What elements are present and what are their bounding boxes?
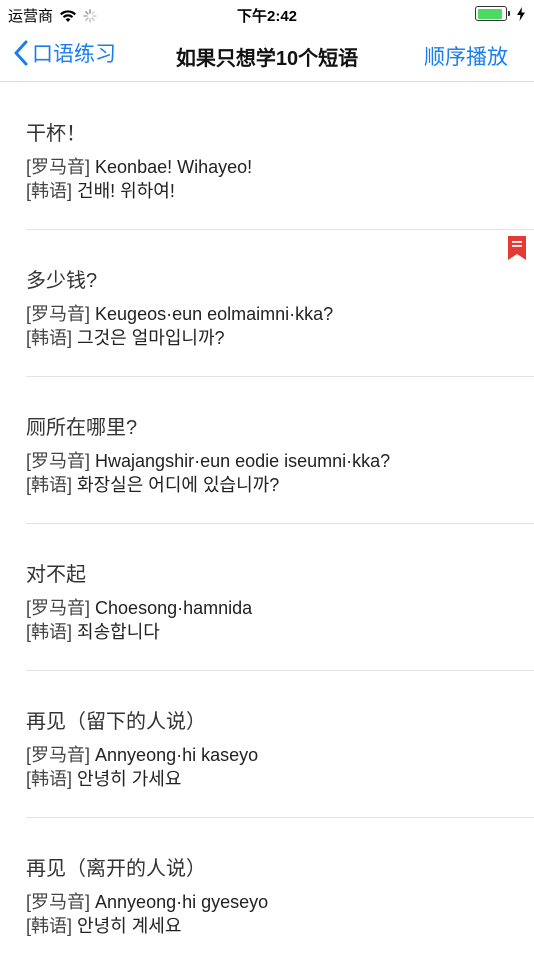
phrase-item[interactable]: 厕所在哪里? [罗马音] Hwajangshir·eun eodie iseum… — [26, 377, 534, 524]
korean-tag: [韩语] — [26, 475, 73, 495]
phrase-item[interactable]: 多少钱? [罗马音] Keugeos·eun eolmaimni·kka? [韩… — [26, 230, 534, 377]
phrase-korean: 화장실은 어디에 있습니까? — [77, 475, 280, 495]
phrase-korean-line: [韩语] 화장실은 어디에 있습니까? — [26, 473, 534, 497]
phrase-chinese: 再见（离开的人说） — [26, 858, 206, 880]
phrase-korean: 그것은 얼마입니까? — [77, 328, 225, 348]
phrase-roman: Choesong·hamnida — [95, 598, 253, 618]
status-right — [475, 6, 526, 21]
roman-tag: [罗马音] — [26, 598, 91, 618]
phrase-item[interactable]: 再见（离开的人说） [罗马音] Annyeong·hi gyeseyo [韩语]… — [26, 818, 534, 965]
roman-tag: [罗马音] — [26, 451, 91, 471]
sequential-play-button[interactable]: 顺序播放 — [424, 41, 508, 71]
phrase-korean: 안녕히 계세요 — [77, 916, 182, 936]
back-button-label: 口语练习 — [32, 43, 116, 66]
phrase-roman: Annyeong·hi gyeseyo — [95, 892, 269, 912]
roman-tag: [罗马音] — [26, 304, 91, 324]
phrase-roman-line: [罗马音] Keonbae! Wihayeo! — [26, 155, 534, 179]
phrase-korean-line: [韩语] 죄송합니다 — [26, 620, 534, 644]
phrase-korean-line: [韩语] 안녕히 가세요 — [26, 767, 534, 791]
korean-tag: [韩语] — [26, 916, 73, 936]
roman-tag: [罗马音] — [26, 892, 91, 912]
phrase-korean-line: [韩语] 안녕히 계세요 — [26, 914, 534, 938]
phrase-roman: Keugeos·eun eolmaimni·kka? — [95, 304, 334, 324]
phrase-chinese: 多少钱? — [26, 270, 98, 292]
phrase-roman: Keonbae! Wihayeo! — [95, 157, 253, 177]
phrase-item[interactable]: 干杯！ [罗马音] Keonbae! Wihayeo! [韩语] 건배! 위하여… — [26, 83, 534, 230]
phrase-korean: 건배! 위하여! — [77, 181, 175, 201]
status-bar: 运营商 下午2:42 — [0, 0, 534, 28]
battery-level — [477, 8, 502, 19]
phrase-korean-line: [韩语] 그것은 얼마입니까? — [26, 326, 534, 350]
phrase-roman: Annyeong·hi kaseyo — [95, 745, 259, 765]
phrase-chinese: 厕所在哪里? — [26, 417, 138, 439]
back-button[interactable]: 口语练习 — [14, 38, 116, 68]
korean-tag: [韩语] — [26, 181, 73, 201]
korean-tag: [韩语] — [26, 769, 73, 789]
phrase-roman: Hwajangshir·eun eodie iseumni·kka? — [95, 451, 391, 471]
phrase-roman-line: [罗马音] Annyeong·hi kaseyo — [26, 743, 534, 767]
roman-tag: [罗马音] — [26, 157, 91, 177]
roman-tag: [罗马音] — [26, 745, 91, 765]
phrase-chinese: 再见（留下的人说） — [26, 711, 206, 733]
korean-tag: [韩语] — [26, 328, 73, 348]
navigation-bar: 口语练习 如果只想学10个短语 顺序播放 — [0, 28, 534, 82]
phrase-item[interactable]: 再见（留下的人说） [罗马音] Annyeong·hi kaseyo [韩语] … — [26, 671, 534, 818]
phrase-roman-line: [罗马音] Annyeong·hi gyeseyo — [26, 890, 534, 914]
chevron-left-icon — [14, 40, 28, 66]
phrase-korean-line: [韩语] 건배! 위하여! — [26, 179, 534, 203]
korean-tag: [韩语] — [26, 622, 73, 642]
battery-icon — [475, 6, 510, 21]
status-time: 下午2:42 — [236, 8, 298, 25]
phrase-chinese: 对不起 — [26, 564, 86, 586]
phrase-korean: 안녕히 가세요 — [77, 769, 182, 789]
phrase-list: 干杯！ [罗马音] Keonbae! Wihayeo! [韩语] 건배! 위하여… — [0, 83, 534, 965]
bookmark-icon[interactable] — [508, 236, 526, 265]
charging-icon — [517, 6, 525, 21]
phrase-chinese: 干杯！ — [26, 123, 86, 145]
phrase-roman-line: [罗马音] Hwajangshir·eun eodie iseumni·kka? — [26, 449, 534, 473]
phrase-roman-line: [罗马音] Keugeos·eun eolmaimni·kka? — [26, 302, 534, 326]
phrase-item[interactable]: 对不起 [罗马音] Choesong·hamnida [韩语] 죄송합니다 — [26, 524, 534, 671]
phrase-roman-line: [罗马音] Choesong·hamnida — [26, 596, 534, 620]
phrase-korean: 죄송합니다 — [77, 622, 160, 642]
